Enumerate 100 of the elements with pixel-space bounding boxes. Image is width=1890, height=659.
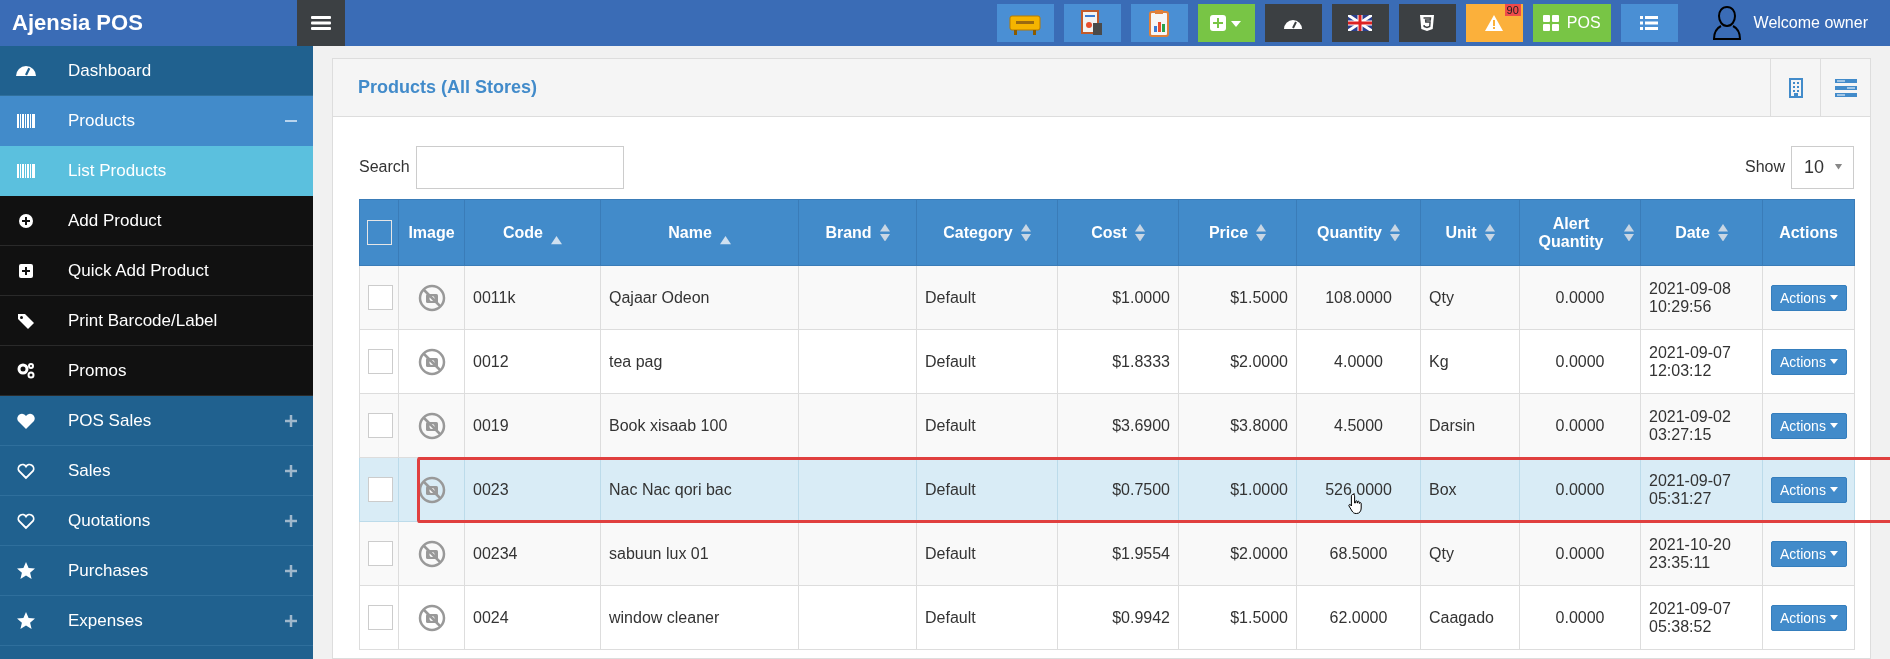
- table-cell: 0.0000: [1519, 329, 1641, 394]
- sidebar-item[interactable]: Products: [0, 96, 313, 146]
- table-cell: Default: [916, 521, 1058, 586]
- column-header[interactable]: Price: [1178, 199, 1297, 266]
- table-cell: Default: [916, 393, 1058, 458]
- column-header[interactable]: Brand: [798, 199, 917, 266]
- table-cell: Book xisaab 100: [600, 393, 799, 458]
- column-header[interactable]: Name: [600, 199, 799, 266]
- menu-button[interactable]: [297, 0, 345, 46]
- table-cell: 2021-09-07 05:38:52: [1640, 585, 1763, 650]
- row-checkbox[interactable]: [368, 285, 393, 310]
- column-header[interactable]: Alert Quantity: [1519, 199, 1641, 266]
- show-label: Show: [1744, 158, 1785, 176]
- actions-button[interactable]: Actions: [1771, 604, 1847, 631]
- sidebar-item[interactable]: Add Product: [0, 196, 313, 246]
- toolbar-button[interactable]: 90: [1465, 4, 1523, 42]
- select-all-checkbox[interactable]: [366, 220, 392, 245]
- no-image-icon: [416, 410, 447, 441]
- toolbar-button[interactable]: [1331, 4, 1389, 42]
- search-field[interactable]: [415, 145, 624, 189]
- sort-icon: [1020, 223, 1031, 242]
- table-cell: 108.0000: [1296, 265, 1421, 330]
- star-icon: [16, 560, 36, 581]
- no-image-icon: [416, 538, 447, 569]
- row-checkbox[interactable]: [368, 477, 393, 502]
- warning-icon: [1484, 14, 1505, 32]
- table-cell: 0.0000: [1519, 457, 1641, 522]
- notification-badge: 90: [1504, 4, 1521, 16]
- column-header[interactable]: Date: [1640, 199, 1763, 266]
- clipboard-chart-icon: [1148, 9, 1171, 37]
- column-header: Image: [398, 199, 465, 266]
- expand-icon: [285, 514, 297, 527]
- table-cell: 2021-10-20 23:35:11: [1640, 521, 1763, 586]
- table-cell: $1.0000: [1178, 457, 1297, 522]
- sort-icon: [1256, 223, 1267, 242]
- sort-icon: [1484, 223, 1495, 242]
- table-cell: $2.0000: [1178, 329, 1297, 394]
- column-header[interactable]: Category: [916, 199, 1058, 266]
- caret-icon: [1829, 359, 1838, 364]
- table-cell: $1.5000: [1178, 265, 1297, 330]
- table-cell: 0023: [464, 457, 601, 522]
- grid-icon: [1542, 15, 1559, 31]
- star-icon: [16, 610, 36, 631]
- column-header[interactable]: Unit: [1420, 199, 1520, 266]
- sort-icon: [1134, 223, 1145, 242]
- table-cell: 62.0000: [1296, 585, 1421, 650]
- hand-cursor-icon: [1347, 493, 1365, 515]
- pos-button[interactable]: POS: [1532, 4, 1611, 42]
- table-cell: $1.0000: [1057, 265, 1179, 330]
- column-header[interactable]: Cost: [1057, 199, 1179, 266]
- table-cell: Default: [916, 585, 1058, 650]
- actions-button[interactable]: Actions: [1771, 284, 1847, 311]
- sort-ascending-icon: [719, 236, 731, 245]
- actions-button[interactable]: Actions: [1771, 412, 1847, 439]
- table-cell: $2.0000: [1178, 521, 1297, 586]
- sidebar-item[interactable]: Print Barcode/Label: [0, 296, 313, 346]
- list-icon: [1834, 78, 1857, 97]
- table-cell: Caagado: [1420, 585, 1520, 650]
- table-cell: 526.0000: [1296, 457, 1421, 522]
- table-cell: 00234: [464, 521, 601, 586]
- add-icon: [1209, 14, 1244, 32]
- column-header[interactable]: Code: [464, 199, 601, 266]
- sidebar-item[interactable]: Promos: [0, 346, 313, 396]
- table-cell: $3.8000: [1178, 393, 1297, 458]
- gears-icon: [16, 360, 36, 381]
- row-checkbox[interactable]: [368, 349, 393, 374]
- table-cell: window cleaner: [600, 585, 799, 650]
- caret-icon: [1829, 423, 1838, 428]
- table-cell: $1.8333: [1057, 329, 1179, 394]
- table-cell: 4.5000: [1296, 393, 1421, 458]
- actions-button[interactable]: Actions: [1771, 540, 1847, 567]
- sidebar-item[interactable]: Quick Add Product: [0, 246, 313, 296]
- table-cell: 2021-09-07 05:31:27: [1640, 457, 1763, 522]
- toolbar-button[interactable]: [1264, 4, 1322, 42]
- welcome-text: Welcome owner: [1753, 14, 1868, 32]
- toolbar-button[interactable]: [1063, 4, 1121, 42]
- actions-button[interactable]: Actions: [1771, 476, 1847, 503]
- table-cell: Default: [916, 457, 1058, 522]
- expand-icon: [285, 564, 297, 577]
- column-header[interactable]: Quantity: [1296, 199, 1421, 266]
- table-cell: 0.0000: [1519, 585, 1641, 650]
- table-cell: Default: [916, 329, 1058, 394]
- user-silhouette-icon: [1711, 5, 1742, 41]
- toolbar-button[interactable]: [1398, 4, 1456, 42]
- table-cell: $0.7500: [1057, 457, 1179, 522]
- no-image-icon: [416, 282, 447, 313]
- report-calculator-icon: [1080, 9, 1105, 37]
- table-cell: $3.6900: [1057, 393, 1179, 458]
- table-cell: 0.0000: [1519, 521, 1641, 586]
- list-icon: [1640, 16, 1659, 30]
- table-cell: sabuun lux 01: [600, 521, 799, 586]
- table-cell: 2021-09-07 12:03:12: [1640, 329, 1763, 394]
- row-checkbox[interactable]: [368, 605, 393, 630]
- table-cell: 0011k: [464, 265, 601, 330]
- actions-button[interactable]: Actions: [1771, 348, 1847, 375]
- sidebar-item[interactable]: List Products: [0, 146, 313, 196]
- page-size-dropdown[interactable]: 10: [1791, 145, 1854, 189]
- row-checkbox[interactable]: [368, 541, 393, 566]
- row-checkbox[interactable]: [368, 413, 393, 438]
- table-cell: Nac Nac qori bac: [600, 457, 799, 522]
